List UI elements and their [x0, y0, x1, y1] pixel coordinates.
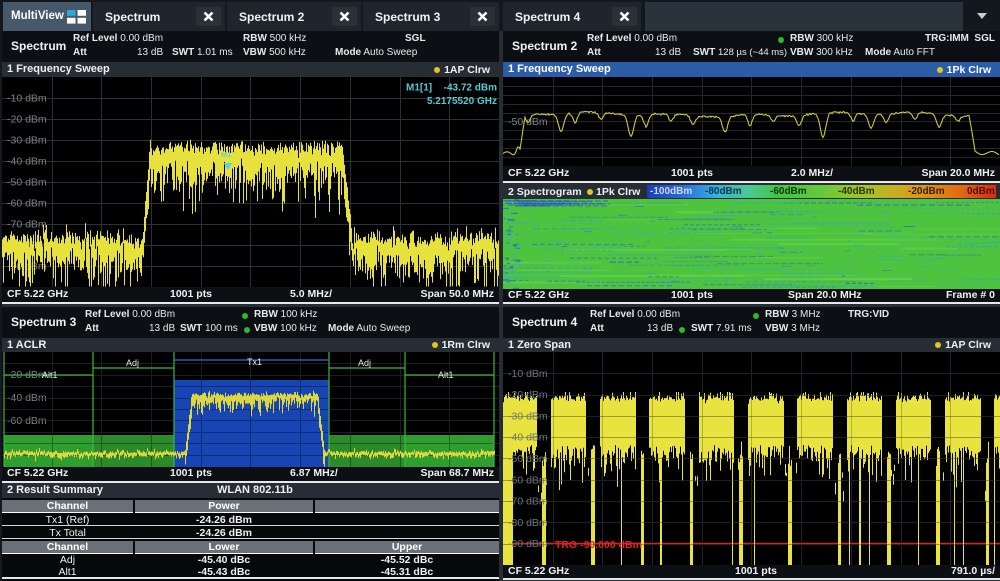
- svg-text:-70 dBm: -70 dBm: [7, 219, 47, 231]
- svg-text:Alt1: Alt1: [42, 370, 58, 380]
- svg-text:-40 dBm: -40 dBm: [7, 156, 47, 168]
- svg-text:-90 dBm: -90 dBm: [508, 538, 548, 550]
- svg-text:-40 dBm: -40 dBm: [508, 432, 548, 444]
- svg-text:-50 dBm: -50 dBm: [508, 453, 548, 465]
- svg-text:-10 dBm: -10 dBm: [7, 93, 47, 105]
- svg-text:-80 dBm: -80 dBm: [508, 517, 548, 529]
- svg-text:-30 dBm: -30 dBm: [7, 135, 47, 147]
- svg-text:Adj: Adj: [358, 358, 371, 368]
- svg-text:-10 dBm: -10 dBm: [508, 368, 548, 380]
- svg-text:-50 dBm: -50 dBm: [7, 177, 47, 189]
- svg-text:Adj: Adj: [126, 358, 139, 368]
- svg-text:TRG -90.000 dBm: TRG -90.000 dBm: [555, 539, 642, 551]
- svg-text:-20 dBm: -20 dBm: [7, 114, 47, 126]
- svg-text:-30 dBm: -30 dBm: [508, 410, 548, 422]
- svg-text:-70 dBm: -70 dBm: [508, 496, 548, 508]
- svg-text:-43.72 dBm: -43.72 dBm: [444, 83, 497, 94]
- svg-text:-60 dBm: -60 dBm: [7, 198, 47, 210]
- svg-text:5.2175520 GHz: 5.2175520 GHz: [427, 96, 497, 107]
- svg-text:Alt1: Alt1: [438, 370, 454, 380]
- svg-text:M1: M1: [221, 150, 231, 159]
- svg-text:-60 dBm: -60 dBm: [508, 474, 548, 486]
- svg-text:M1[1]: M1[1]: [406, 83, 432, 94]
- svg-text:Tx1: Tx1: [247, 357, 262, 367]
- svg-text:-20 dBm: -20 dBm: [508, 389, 548, 401]
